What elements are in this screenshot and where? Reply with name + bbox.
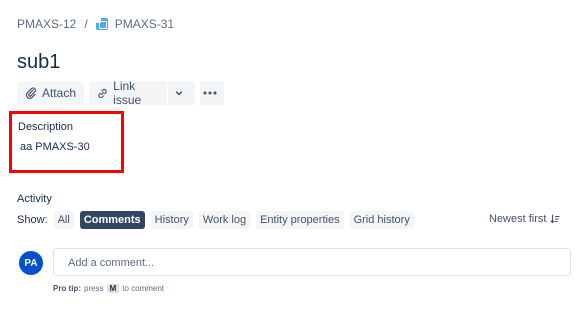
protip-pre: press — [84, 284, 104, 293]
filter-all[interactable]: All — [53, 211, 74, 229]
breadcrumb: PMAXS-12 / PMAXS-31 — [17, 17, 174, 31]
subtask-icon — [95, 18, 108, 30]
protip-bold: Pro tip: — [53, 284, 81, 293]
filter-work-log[interactable]: Work log — [198, 211, 251, 229]
filter-history[interactable]: History — [150, 211, 193, 229]
add-comment-input[interactable]: Add a comment... — [53, 248, 571, 276]
activity-title: Activity — [17, 193, 52, 205]
sort-label: Newest first — [489, 213, 547, 225]
issue-title[interactable]: sub1 — [17, 51, 60, 74]
sort-button[interactable]: Newest first — [489, 213, 561, 225]
breadcrumb-separator: / — [84, 17, 88, 31]
activity-filter-bar: Show: All Comments History Work log Enti… — [17, 211, 420, 229]
link-icon — [98, 88, 107, 98]
protip-key: M — [106, 284, 120, 293]
breadcrumb-current-link[interactable]: PMAXS-31 — [115, 17, 174, 31]
more-actions-button[interactable] — [200, 81, 224, 105]
filter-grid-history[interactable]: Grid history — [349, 211, 414, 229]
link-issue-button[interactable]: Link issue — [89, 79, 167, 107]
more-icon — [203, 91, 216, 95]
issue-toolbar: Attach Link issue — [17, 79, 224, 107]
attach-label: Attach — [41, 86, 76, 100]
filter-comments[interactable]: Comments — [79, 211, 145, 229]
protip-post: to comment — [122, 284, 165, 293]
paperclip-icon — [25, 87, 36, 99]
link-issue-label: Link issue — [113, 79, 142, 107]
chevron-down-icon — [175, 91, 183, 96]
filter-entity-properties[interactable]: Entity properties — [256, 211, 344, 229]
breadcrumb-parent-link[interactable]: PMAXS-12 — [17, 17, 76, 31]
attach-button[interactable]: Attach — [17, 81, 84, 105]
link-issue-dropdown-button[interactable] — [168, 81, 195, 105]
avatar: PA — [19, 251, 43, 275]
description-highlight-box — [9, 111, 124, 173]
sort-icon — [550, 214, 561, 224]
show-label: Show: — [17, 214, 48, 226]
pro-tip: Pro tip: press M to comment — [53, 284, 164, 293]
